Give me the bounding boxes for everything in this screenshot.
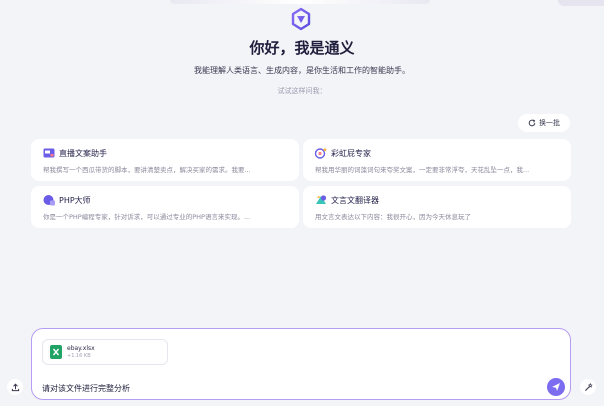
video-icon — [43, 148, 55, 158]
suggestion-card-classical-translator[interactable]: 文言文翻译器 用文言文表达以下内容：我很开心，因为今天休息玩了 — [303, 186, 571, 228]
prompt-text[interactable]: 请对该文件进行完整分析 — [42, 383, 130, 394]
card-description: 帮我撰写一个西瓜带货的脚本，要讲清楚卖点，解决买家的需求。我要... — [43, 166, 251, 174]
send-icon — [552, 383, 560, 391]
attached-file-chip[interactable]: ebay.xlsx +1.16 KB — [42, 339, 168, 365]
file-size: +1.16 KB — [67, 352, 91, 359]
excel-file-icon — [50, 345, 62, 359]
card-title: 文言文翻译器 — [331, 195, 379, 205]
magic-wand-icon — [584, 382, 593, 391]
top-right-tab[interactable] — [558, 0, 604, 6]
card-description: 帮我用华丽的词藻词句来夸奖文案，一定要非常浮夸，天花乱坠一点，我... — [315, 166, 530, 174]
send-button[interactable] — [547, 378, 565, 396]
magic-wand-button[interactable] — [580, 379, 596, 395]
file-name: ebay.xlsx — [67, 344, 95, 352]
refresh-label: 换一批 — [539, 119, 560, 127]
card-title: 彩虹屁专家 — [331, 148, 371, 158]
refresh-suggestions-button[interactable]: 换一批 — [518, 114, 570, 132]
php-icon — [43, 195, 55, 206]
try-hint: 试试这样问我： — [277, 87, 327, 95]
refresh-icon — [528, 119, 536, 127]
upload-icon — [11, 383, 19, 391]
tongyi-logo-icon — [291, 7, 311, 31]
card-title: PHP大师 — [59, 195, 91, 205]
top-decor-strip — [170, 0, 430, 4]
card-description: 用文言文表达以下内容：我很开心，因为今天休息玩了 — [315, 213, 471, 221]
star-badge-icon — [315, 147, 327, 159]
card-title: 直播文案助手 — [59, 148, 107, 158]
suggestion-card-live-copy[interactable]: 直播文案助手 帮我撰写一个西瓜带货的脚本，要讲清楚卖点，解决买家的需求。我要..… — [31, 139, 299, 181]
suggestion-card-php-master[interactable]: PHP大师 你是一个PHP编程专家，针对诉求，可以通过专业的PHP语言来实现。.… — [31, 186, 299, 228]
card-description: 你是一个PHP编程专家，针对诉求，可以通过专业的PHP语言来实现。... — [43, 213, 251, 221]
upload-button[interactable] — [7, 379, 23, 395]
translate-icon — [316, 195, 327, 204]
suggestion-card-rainbow-praise[interactable]: 彩虹屁专家 帮我用华丽的词藻词句来夸奖文案，一定要非常浮夸，天花乱坠一点，我..… — [303, 139, 571, 181]
greeting-subtitle: 我能理解人类语言、生成内容，是你生活和工作的智能助手。 — [194, 66, 410, 75]
greeting-title: 你好，我是通义 — [249, 39, 355, 57]
chat-input-box[interactable]: ebay.xlsx +1.16 KB 请对该文件进行完整分析 — [31, 328, 571, 400]
